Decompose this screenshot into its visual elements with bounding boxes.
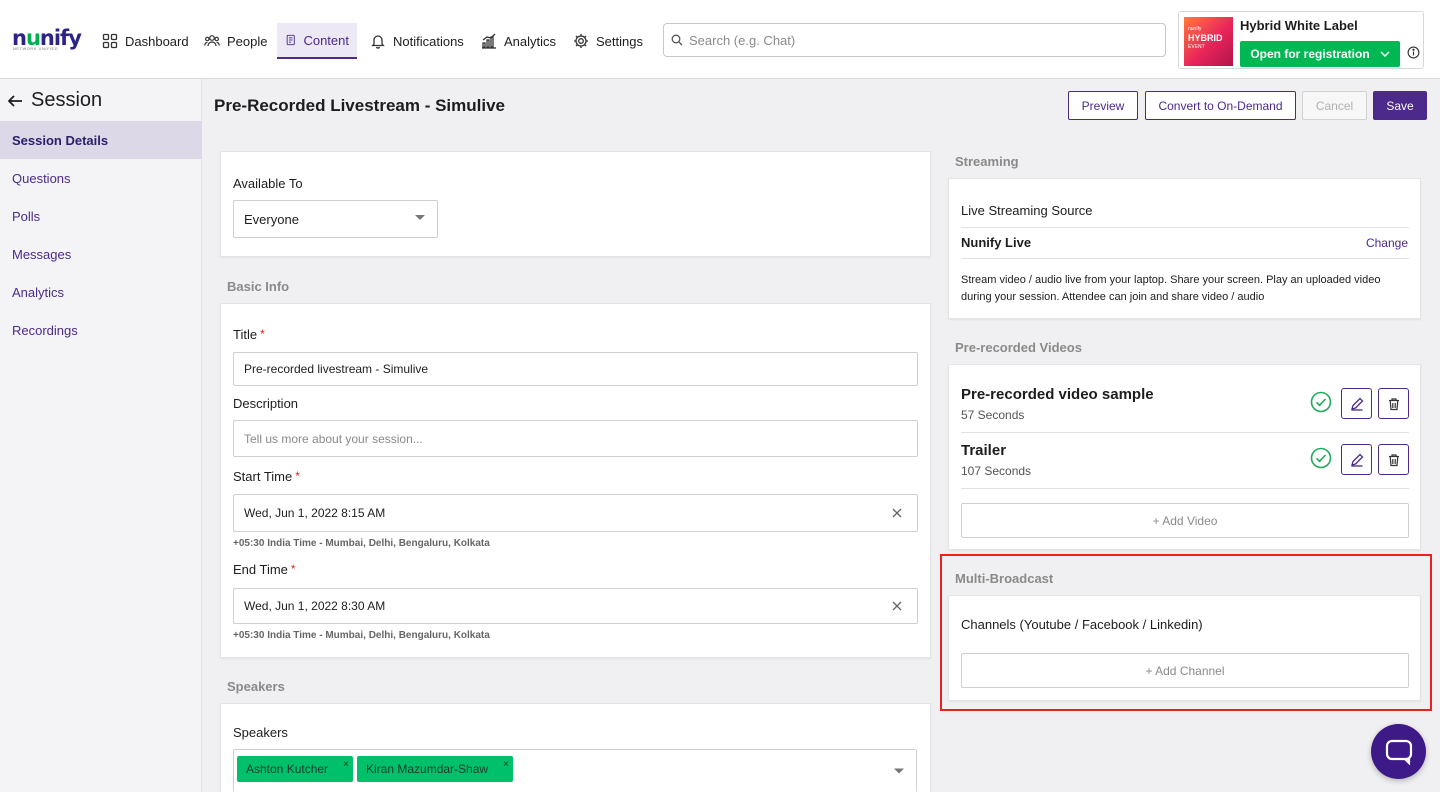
chat-support-button[interactable] [1371,724,1426,779]
nav-content[interactable]: Content [277,23,357,59]
nav-settings[interactable]: Settings [565,23,651,59]
edit-video-button[interactable] [1341,388,1372,419]
streaming-card: Live Streaming Source Nunify Live Change… [948,178,1421,319]
sidebar-header: Session [8,89,102,112]
global-search[interactable] [663,23,1166,57]
divider [961,432,1409,433]
clear-start-time-icon[interactable] [891,507,903,519]
streaming-source-label: Live Streaming Source [961,203,1093,218]
video-duration: 57 Seconds [961,408,1025,422]
video-title: Trailer [961,442,1007,459]
cancel-button[interactable]: Cancel [1302,91,1367,120]
divider [961,227,1409,228]
caret-down-icon [894,768,904,774]
sidebar-item-messages[interactable]: Messages [0,235,202,273]
nav-dashboard[interactable]: Dashboard [94,23,197,59]
sidebar-item-analytics[interactable]: Analytics [0,273,202,311]
sidebar-item-questions[interactable]: Questions [0,159,202,197]
nav-analytics[interactable]: Analytics [473,23,564,59]
end-time-input[interactable]: Wed, Jun 1, 2022 8:30 AM [233,588,918,624]
nav-notifications[interactable]: Notifications [362,23,472,59]
chat-bubble-icon [1385,739,1412,765]
nav-people[interactable]: People [196,23,275,59]
gear-icon [574,34,588,48]
bell-icon [371,35,385,49]
description-input[interactable]: Tell us more about your session... [233,420,918,457]
nunify-logo[interactable]: nunify NETWORK UNIFIED [12,26,82,52]
availability-card: Available To Everyone [220,151,931,257]
streaming-source-value: Nunify Live [961,235,1032,250]
prerecorded-videos-heading: Pre-recorded Videos [955,340,1082,355]
content-document-icon [286,34,295,46]
event-thumbnail: nunify HYBRID EVENT [1184,17,1233,66]
dashboard-grid-icon [102,33,118,49]
end-time-label: End Time * [233,562,296,577]
speaker-chip: Ashton Kutcher × [237,756,353,782]
search-input[interactable] [689,32,1149,48]
check-circle-icon [1310,447,1332,469]
session-sidebar: Session Session Details Questions Polls … [0,79,202,792]
multi-broadcast-highlight-box [940,554,1432,711]
edit-video-button[interactable] [1341,444,1372,475]
available-to-select[interactable]: Everyone [233,200,438,238]
pencil-icon [1350,453,1363,467]
prerecorded-videos-card: Pre-recorded video sample 57 Seconds Tra… [948,364,1421,550]
sidebar-title: Session [31,89,103,111]
back-arrow-icon[interactable] [8,94,23,107]
streaming-description: Stream video / audio live from your lapt… [961,274,1381,303]
caret-down-icon [415,215,425,220]
add-video-button[interactable]: + Add Video [961,503,1409,538]
end-timezone-text: +05:30 India Time - Mumbai, Delhi, Benga… [233,630,490,641]
divider [961,258,1409,259]
people-icon [204,35,220,47]
start-time-label: Start Time * [233,469,300,484]
speakers-heading: Speakers [227,679,285,694]
remove-chip-icon[interactable]: × [343,759,349,770]
clear-end-time-icon[interactable] [891,600,903,612]
event-switcher-card[interactable]: nunify HYBRID EVENT Hybrid White Label O… [1178,11,1424,69]
trash-icon [1388,397,1399,410]
search-icon [671,34,683,46]
trash-icon [1388,453,1399,466]
speakers-label: Speakers [233,725,288,740]
sidebar-item-session-details[interactable]: Session Details [0,121,202,159]
save-button[interactable]: Save [1373,91,1427,120]
video-duration: 107 Seconds [961,464,1032,478]
divider [961,488,1409,489]
preview-button[interactable]: Preview [1068,91,1138,120]
streaming-heading: Streaming [955,154,1019,169]
start-timezone-text: +05:30 India Time - Mumbai, Delhi, Benga… [233,538,490,549]
basic-info-card: Title * Pre-recorded livestream - Simuliv… [220,303,931,658]
title-label: Title * [233,327,265,342]
delete-video-button[interactable] [1378,388,1409,419]
description-label: Description [233,396,299,411]
remove-chip-icon[interactable]: × [503,759,509,770]
chevron-down-icon [1380,51,1390,57]
video-title: Pre-recorded video sample [961,386,1154,403]
event-name: Hybrid White Label [1240,18,1358,33]
start-time-input[interactable]: Wed, Jun 1, 2022 8:15 AM [233,494,918,532]
speaker-chip: Kiran Mazumdar-Shaw × [357,756,513,782]
pencil-icon [1350,397,1363,411]
convert-on-demand-button[interactable]: Convert to On-Demand [1145,91,1296,120]
sidebar-menu: Session Details Questions Polls Messages… [0,121,202,349]
sidebar-item-polls[interactable]: Polls [0,197,202,235]
analytics-bars-icon [482,33,496,49]
check-circle-icon [1310,391,1332,413]
title-input[interactable]: Pre-recorded livestream - Simulive [233,352,918,386]
page-title: Pre-Recorded Livestream - Simulive [214,96,506,115]
sidebar-item-recordings[interactable]: Recordings [0,311,202,349]
change-source-link[interactable]: Change [1366,236,1408,250]
delete-video-button[interactable] [1378,444,1409,475]
info-icon[interactable] [1407,46,1420,59]
available-to-label: Available To [233,176,303,191]
registration-status-dropdown[interactable]: Open for registration [1240,41,1400,67]
top-navigation-bar: nunify NETWORK UNIFIED Dashboard People … [0,0,1440,79]
basic-info-heading: Basic Info [227,279,290,294]
